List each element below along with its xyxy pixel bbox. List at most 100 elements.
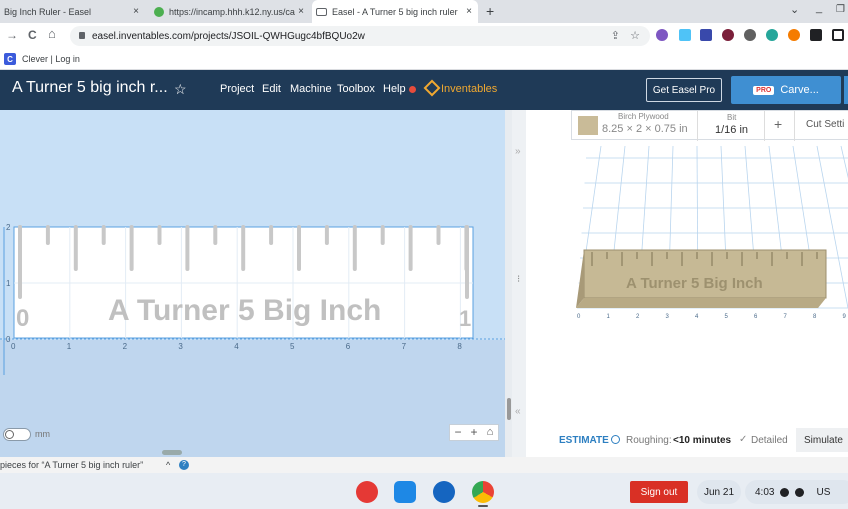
date-pill[interactable]: Jun 21 [697,480,741,504]
zoom-in-button[interactable]: + [466,425,482,440]
new-tab-button[interactable]: + [486,3,494,19]
notification-dot [409,86,416,93]
status-tray[interactable]: 4:03 US [745,480,848,504]
tab-big-inch-ruler[interactable]: Big Inch Ruler - Easel × [0,0,145,23]
estimate-bar: ESTIMATE Roughing: <10 minutes ✓ Detaile… [526,428,848,452]
design-canvas[interactable]: A Turner 5 Big Inch 0 1 0 1 2 3 4 5 6 7 8 2 1 0 mm… [0,110,512,460]
y-axis-tick-label: 2 [6,223,11,232]
workpieces-text[interactable]: pieces for “A Turner 5 big inch ruler” [0,460,143,470]
collapse-left-icon[interactable]: « [515,406,521,417]
get-pro-button[interactable]: Get Easel Pro [646,78,722,102]
tab-title: Easel - A Turner 5 big inch ruler [332,6,458,17]
bookmark-clever[interactable]: C Clever | Log in [4,53,80,65]
simulate-button[interactable]: Simulate [796,428,848,452]
add-bit-button[interactable]: + [774,116,782,132]
chrome-app-icon[interactable] [472,481,494,503]
restore-icon[interactable]: ❐ [836,4,845,15]
home-icon[interactable]: ⌂ [48,26,56,41]
extensions-puzzle-icon[interactable] [810,29,822,41]
project-title[interactable]: A Turner 5 big inch r... [12,79,168,97]
estimate-label[interactable]: ESTIMATE [559,435,609,446]
preview-x-tick-label: 2 [636,314,640,320]
favorite-star-icon[interactable]: ☆ [174,81,187,98]
menu-toolbox[interactable]: Toolbox [337,83,375,95]
help-icon[interactable]: ? [179,460,189,470]
y-axis-tick-label: 1 [6,279,11,288]
chevron-up-icon[interactable]: ^ [166,460,170,470]
ruler-right-mark[interactable]: 1 [459,306,471,331]
unit-label: mm [35,429,50,439]
preview-x-tick-label: 9 [843,314,847,320]
ruler-3d-text: A Turner 5 Big Inch [626,275,763,292]
x-axis-tick-label: 7 [402,342,407,351]
back-icon[interactable]: → [6,28,18,42]
work-area-lower [0,340,505,460]
ruler-left-mark[interactable]: 0 [16,305,29,332]
camera-app-icon[interactable] [433,481,455,503]
material-dimensions[interactable]: 8.25 × 2 × 0.75 in [602,123,688,135]
x-axis-tick-label: 0 [11,342,16,351]
preview-3d-svg: A Turner 5 Big Inch 0 1 2 3 4 5 6 7 8 9 [576,145,848,320]
cut-settings-button[interactable]: Cut Setti [806,119,844,130]
preview-x-tick-label: 1 [607,314,611,320]
drag-handle-icon[interactable]: ⁝ [517,274,520,285]
extension-pin-icon[interactable] [722,29,734,41]
share-icon[interactable]: ⇪ [611,29,620,42]
roughing-value: <10 minutes [673,435,732,446]
inventables-brand[interactable]: Inventables [441,83,497,95]
vertical-scrollbar-thumb[interactable] [507,398,511,420]
screen-record-icon [780,487,790,497]
carve-button[interactable]: PRO Carve... [731,76,841,104]
tab-easel-active[interactable]: Easel - A Turner 5 big inch ruler × [312,0,478,23]
material-name[interactable]: Birch Plywood [618,112,669,121]
close-icon[interactable]: × [466,6,472,17]
reload-icon[interactable]: C [28,28,37,42]
sign-out-button[interactable]: Sign out [630,481,688,503]
info-icon[interactable] [611,435,620,444]
extension-g-icon[interactable] [766,29,778,41]
os-shelf: Sign out Jun 21 4:03 US [0,473,848,509]
close-icon[interactable]: × [298,6,304,17]
carve-label: Carve... [780,84,819,96]
tab-title: Big Inch Ruler - Easel [4,6,92,17]
menu-project[interactable]: Project [220,83,254,95]
menu-machine[interactable]: Machine [290,83,332,95]
extension-k-icon[interactable] [656,29,668,41]
x-axis-tick-label: 6 [346,342,351,351]
ruler-engraving-text[interactable]: A Turner 5 Big Inch [108,294,381,327]
material-swatch[interactable] [578,116,598,135]
extension-paint-icon[interactable] [744,29,756,41]
zoom-out-button[interactable]: − [450,425,466,440]
close-icon[interactable]: × [133,6,139,17]
monitor-icon [316,7,327,16]
minimize-icon[interactable]: _ [816,2,822,14]
bookmark-star-icon[interactable]: ☆ [630,29,640,42]
workpieces-bar: pieces for “A Turner 5 big inch ruler” ^… [0,457,848,473]
separator [764,111,765,141]
grid-line [840,145,848,179]
horizontal-scroll-handle[interactable] [162,450,182,455]
menu-edit[interactable]: Edit [262,83,281,95]
extension-c-icon[interactable] [700,29,712,41]
address-bar[interactable]: easel.inventables.com/projects/JSOIL-QWH… [70,26,650,46]
bit-value[interactable]: 1/16 in [715,124,748,136]
recenter-button[interactable]: ⌂ [482,425,498,440]
panel-divider[interactable]: » ⁝ « [512,110,526,460]
side-panel-icon[interactable] [832,29,844,41]
extension-photo-icon[interactable] [679,29,691,41]
tab-strip: Big Inch Ruler - Easel × https://incamp.… [0,0,848,23]
tab-search-icon[interactable]: ⌄ [790,3,799,16]
preview-x-tick-label: 0 [577,314,581,320]
material-bar: Birch Plywood 8.25 × 2 × 0.75 in Bit 1/1… [571,110,848,141]
header-edge [844,76,848,104]
expand-right-icon[interactable]: » [515,146,521,157]
extension-cookie-icon[interactable] [788,29,800,41]
detailed-label[interactable]: Detailed [751,435,788,446]
classroom-app-icon[interactable] [394,481,416,503]
menu-help[interactable]: Help [383,83,406,95]
x-axis-tick-label: 1 [67,342,72,351]
separator [794,111,795,141]
unit-toggle[interactable] [3,428,31,441]
tab-incamp[interactable]: https://incamp.hhh.k12.ny.us/ca × [150,0,310,23]
art-app-icon[interactable] [356,481,378,503]
